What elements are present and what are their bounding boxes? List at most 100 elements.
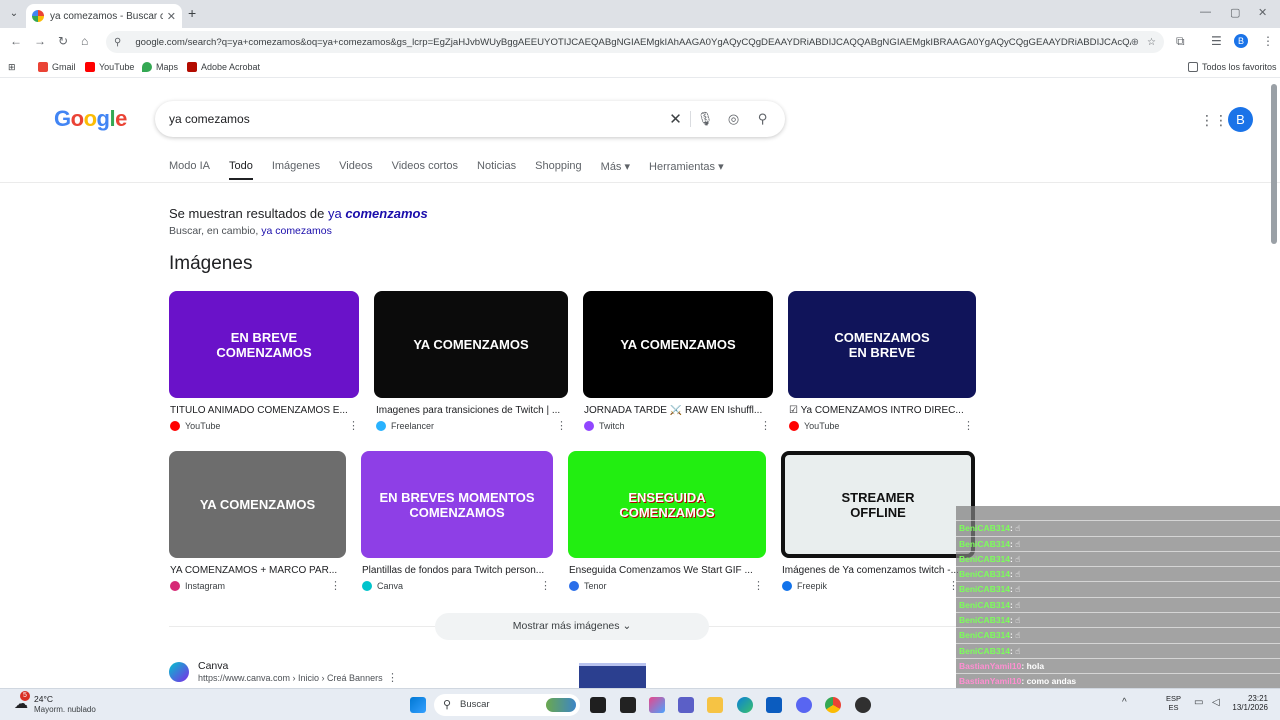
image-source[interactable]: Canva [362, 581, 403, 591]
volume-icon[interactable]: ◁ [1212, 697, 1220, 708]
minimize-icon[interactable]: — [1200, 6, 1211, 18]
capcut-icon[interactable] [620, 697, 636, 713]
page-scrollbar[interactable] [1271, 84, 1277, 244]
filter-imagenes[interactable]: Imágenes [272, 160, 320, 180]
image-caption[interactable]: Imagenes para transiciones de Twitch | .… [376, 405, 566, 416]
file-explorer-icon[interactable] [707, 697, 723, 713]
result-more-icon[interactable]: ⋮ [387, 671, 398, 684]
microphone-icon[interactable]: 🎙 [690, 111, 719, 127]
forward-icon[interactable]: → [34, 34, 46, 48]
filter-modo-ia[interactable]: Modo IA [169, 160, 210, 180]
search-icon[interactable]: ⚲ [748, 111, 777, 127]
bookmark-gmail[interactable]: Gmail [38, 62, 76, 72]
browser-menu-icon[interactable]: ⋮ [1262, 34, 1274, 48]
filter-shopping[interactable]: Shopping [535, 160, 582, 180]
image-thumbnail[interactable]: YA COMENZAMOS [583, 291, 773, 398]
tab-close-icon[interactable]: ✕ [167, 10, 176, 23]
extensions-icon[interactable]: ⧉ [1176, 34, 1185, 49]
image-source[interactable]: Instagram [170, 581, 225, 591]
edge-icon[interactable] [737, 697, 753, 713]
all-bookmarks[interactable]: Todos los favoritos [1188, 62, 1277, 72]
bookmark-star-icon[interactable]: ☆ [1147, 37, 1156, 48]
google-logo[interactable]: Google [54, 106, 127, 132]
image-thumbnail[interactable]: YA COMENZAMOS [169, 451, 346, 558]
back-icon[interactable]: ← [10, 34, 22, 48]
reading-list-icon[interactable]: ☰ [1211, 34, 1222, 48]
image-caption[interactable]: ☑ Ya COMENZAMOS INTRO DIREC... [789, 405, 973, 416]
image-thumbnail[interactable]: COMENZAMOS EN BREVE [788, 291, 976, 398]
show-more-images-button[interactable]: Mostrar más imágenes ⌄ [435, 613, 709, 640]
clear-icon[interactable]: ✕ [661, 110, 690, 128]
image-more-icon[interactable]: ⋮ [348, 419, 359, 432]
maximize-icon[interactable]: ▢ [1230, 6, 1240, 19]
filter-todo[interactable]: Todo [228, 160, 253, 180]
bookmark-youtube[interactable]: YouTube [85, 62, 134, 72]
home-icon[interactable]: ⌂ [81, 34, 88, 48]
chrome-icon[interactable] [825, 697, 841, 713]
filter-mas[interactable]: Más ▾ [601, 160, 630, 180]
address-bar[interactable]: ⚲ google.com/search?q=ya+comezamos&oq=ya… [106, 31, 1164, 53]
apps-grid-icon[interactable]: ⊞ [8, 62, 16, 73]
image-thumbnail[interactable]: STREAMER OFFLINE [781, 451, 975, 558]
image-thumbnail[interactable]: EN BREVE COMENZAMOS [169, 291, 359, 398]
image-caption[interactable]: TITULO ANIMADO COMENZAMOS E... [170, 405, 358, 416]
site-info-icon[interactable]: ⚲ [114, 37, 121, 48]
image-caption[interactable]: Imágenes de Ya comenzamos twitch -... [782, 565, 958, 576]
image-caption[interactable]: YA COMENZAMOS + MARCO PAR... [170, 565, 340, 576]
search-input[interactable]: ya comezamos [169, 112, 661, 126]
reload-icon[interactable]: ↻ [58, 34, 68, 48]
filter-noticias[interactable]: Noticias [477, 160, 516, 180]
copilot-icon[interactable] [649, 697, 665, 713]
image-thumbnail[interactable]: EN BREVES MOMENTOS COMENZAMOS [361, 451, 553, 558]
image-caption[interactable]: Enseguida Comenzamos We Start GIF ... [569, 565, 763, 576]
filter-videos[interactable]: Videos [339, 160, 372, 180]
image-more-icon[interactable]: ⋮ [330, 579, 341, 592]
result-thumbnail[interactable] [579, 663, 646, 688]
camera-lens-icon[interactable]: ◎ [719, 111, 748, 127]
weather-desc[interactable]: Mayorm. nublado [34, 705, 96, 714]
network-icon[interactable]: ▭ [1194, 697, 1203, 708]
image-source[interactable]: Freelancer [376, 421, 434, 431]
weather-temp[interactable]: 24°C [34, 694, 53, 704]
bookmark-maps[interactable]: Maps [142, 62, 178, 72]
language-indicator[interactable]: ESP ES [1166, 694, 1181, 712]
image-caption[interactable]: Plantillas de fondos para Twitch person.… [362, 565, 550, 576]
task-view-icon[interactable] [590, 697, 606, 713]
account-avatar[interactable]: B [1228, 107, 1253, 132]
original-query-link[interactable]: ya comezamos [261, 225, 332, 237]
image-source[interactable]: YouTube [789, 421, 839, 431]
chat-message: : ☝ [1010, 538, 1021, 549]
chat-username: BeniCAB314 [959, 630, 1011, 641]
image-source[interactable]: YouTube [170, 421, 220, 431]
search-box[interactable]: ya comezamos ✕ 🎙 ◎ ⚲ [155, 101, 785, 137]
store-icon[interactable] [766, 697, 782, 713]
image-source[interactable]: Tenor [569, 581, 607, 591]
new-tab-plus-icon[interactable]: + [188, 5, 196, 21]
image-source[interactable]: Freepik [782, 581, 827, 591]
image-thumbnail[interactable]: YA COMENZAMOS [374, 291, 568, 398]
tray-chevron-icon[interactable]: ^ [1122, 697, 1127, 708]
clock[interactable]: 23:21 13/1/2026 [1230, 694, 1268, 712]
filter-herramientas[interactable]: Herramientas ▾ [649, 160, 724, 180]
image-caption[interactable]: JORNADA TARDE ⚔️ RAW EN Ishuffl... [584, 405, 770, 416]
zoom-icon[interactable]: ⊕ [1131, 37, 1139, 48]
obs-icon[interactable] [855, 697, 871, 713]
image-more-icon[interactable]: ⋮ [753, 579, 764, 592]
discord-icon[interactable] [796, 697, 812, 713]
image-more-icon[interactable]: ⋮ [963, 419, 974, 432]
taskbar-search[interactable]: ⚲ Buscar [434, 694, 580, 716]
close-window-icon[interactable]: ✕ [1258, 6, 1267, 19]
image-thumbnail[interactable]: ENSEGUIDA COMENZAMOS [568, 451, 766, 558]
corrected-query-link[interactable]: comenzamos [345, 206, 427, 221]
windows-start-icon[interactable] [410, 697, 426, 713]
tab-active[interactable]: ya comezamos - Buscar con Go ✕ [26, 4, 182, 28]
teams-icon[interactable] [678, 697, 694, 713]
filter-videos-cortos[interactable]: Videos cortos [392, 160, 458, 180]
tab-search-chevron-icon[interactable]: ⌄ [6, 6, 22, 22]
image-more-icon[interactable]: ⋮ [556, 419, 567, 432]
profile-avatar[interactable]: B [1234, 34, 1248, 48]
image-more-icon[interactable]: ⋮ [540, 579, 551, 592]
image-source[interactable]: Twitch [584, 421, 625, 431]
image-more-icon[interactable]: ⋮ [760, 419, 771, 432]
bookmark-adobe-acrobat[interactable]: Adobe Acrobat [187, 62, 260, 72]
